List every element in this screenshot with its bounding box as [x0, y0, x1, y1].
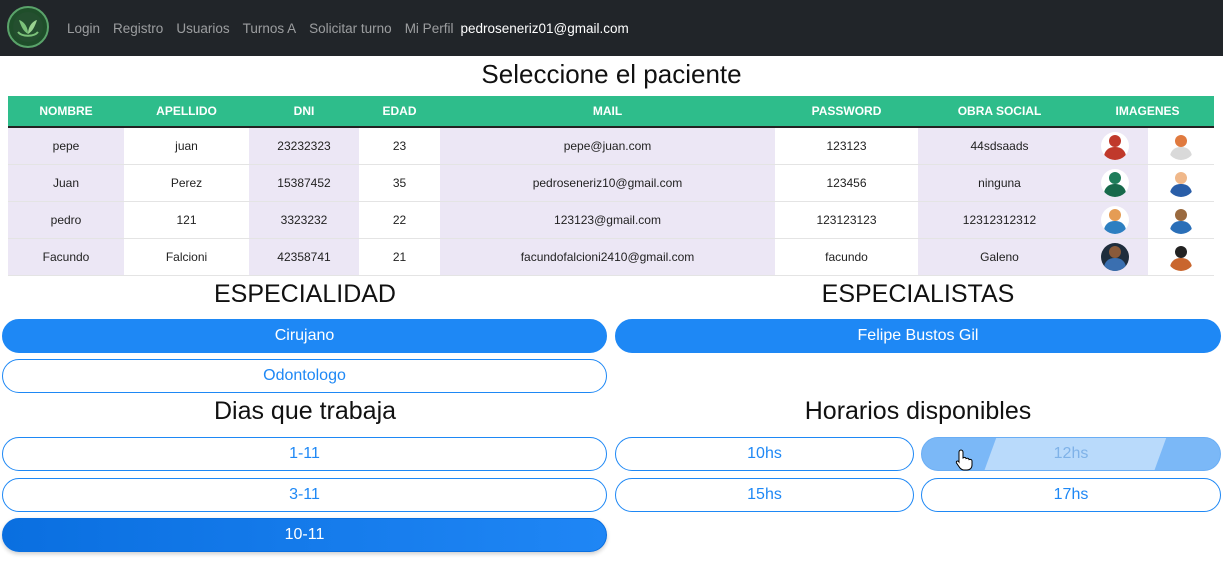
column-header-edad: EDAD: [359, 96, 440, 128]
cell-image-1: [1081, 201, 1148, 239]
cell-dni: 15387452: [249, 164, 359, 202]
column-header-obra-social: OBRA SOCIAL: [918, 96, 1081, 128]
nav-link-mi-perfil[interactable]: Mi Perfil: [405, 21, 454, 36]
cell-edad: 35: [359, 164, 440, 202]
cell-dni: 3323232: [249, 201, 359, 239]
especialidad-title: ESPECIALIDAD: [213, 280, 396, 308]
cell-image-2: [1148, 238, 1214, 276]
column-header-password: PASSWORD: [775, 96, 918, 128]
cell-apellido: Falcioni: [124, 238, 249, 276]
nurse-avatar-icon: [1167, 131, 1195, 160]
hand-cursor-icon: [955, 449, 973, 471]
cell-nombre: Facundo: [8, 238, 124, 276]
businessman-avatar-icon: [1167, 168, 1195, 197]
cell-password: 123123: [775, 127, 918, 165]
nav-link-registro[interactable]: Registro: [113, 21, 163, 36]
patients-table: NOMBRE APELLIDO DNI EDAD MAIL PASSWORD O…: [8, 96, 1214, 276]
dia-button-10-11[interactable]: 10-11: [2, 518, 607, 552]
table-row[interactable]: Facundo Falcioni 42358741 21 facundofalc…: [8, 238, 1214, 276]
cell-image-2: [1148, 201, 1214, 239]
nav-link-usuarios[interactable]: Usuarios: [176, 21, 229, 36]
cell-obra-social: Galeno: [918, 238, 1081, 276]
nav-link-solicitar-turno[interactable]: Solicitar turno: [309, 21, 392, 36]
column-header-nombre: NOMBRE: [8, 96, 124, 128]
cell-edad: 21: [359, 238, 440, 276]
dias-title: Dias que trabaja: [213, 397, 397, 425]
ninja-avatar-icon: [1100, 168, 1129, 197]
cell-apellido: juan: [124, 127, 249, 165]
nav-links: Login Registro Usuarios Turnos A Solicit…: [67, 0, 629, 56]
table-header-row: NOMBRE APELLIDO DNI EDAD MAIL PASSWORD O…: [8, 96, 1214, 128]
dark-avatar-icon: [1100, 242, 1129, 271]
cell-nombre: Juan: [8, 164, 124, 202]
cell-nombre: pedro: [8, 201, 124, 239]
cell-image-1: [1081, 164, 1148, 202]
cell-mail: pepe@juan.com: [440, 127, 775, 165]
column-header-imagenes: IMAGENES: [1081, 96, 1214, 128]
dia-button-1-11[interactable]: 1-11: [2, 437, 607, 471]
column-header-mail: MAIL: [440, 96, 775, 128]
cell-image-2: [1148, 164, 1214, 202]
cell-image-2: [1148, 127, 1214, 165]
column-header-dni: DNI: [249, 96, 359, 128]
helmet-avatar-icon: [1167, 242, 1195, 271]
cell-obra-social: 12312312312: [918, 201, 1081, 239]
table-row[interactable]: pepe juan 23232323 23 pepe@juan.com 1231…: [8, 127, 1214, 165]
cell-mail: pedroseneriz10@gmail.com: [440, 164, 775, 202]
especialistas-title: ESPECIALISTAS: [821, 280, 1015, 308]
cell-edad: 22: [359, 201, 440, 239]
cell-dni: 42358741: [249, 238, 359, 276]
cell-image-1: [1081, 238, 1148, 276]
especialista-button-felipe[interactable]: Felipe Bustos Gil: [615, 319, 1221, 353]
horario-label-12hs: 12hs: [1053, 445, 1089, 462]
cell-obra-social: ninguna: [918, 164, 1081, 202]
patients-title: Seleccione el paciente: [481, 59, 742, 89]
cell-password: facundo: [775, 238, 918, 276]
worker-avatar-icon: [1100, 205, 1129, 234]
cell-dni: 23232323: [249, 127, 359, 165]
cell-password: 123456: [775, 164, 918, 202]
horario-button-15hs[interactable]: 15hs: [615, 478, 914, 512]
cell-mail: 123123@gmail.com: [440, 201, 775, 239]
user-email: pedroseneriz01@gmail.com: [460, 20, 629, 36]
cell-password: 123123123: [775, 201, 918, 239]
nav-link-turnos[interactable]: Turnos A: [243, 21, 297, 36]
cell-nombre: pepe: [8, 127, 124, 165]
horario-button-10hs[interactable]: 10hs: [615, 437, 914, 471]
horario-button-17hs[interactable]: 17hs: [921, 478, 1221, 512]
table-row[interactable]: Juan Perez 15387452 35 pedroseneriz10@gm…: [8, 164, 1214, 202]
leaf-hands-logo-icon[interactable]: [7, 6, 49, 48]
especialidad-button-odontologo[interactable]: Odontologo: [2, 359, 607, 393]
cell-apellido: Perez: [124, 164, 249, 202]
column-header-apellido: APELLIDO: [124, 96, 249, 128]
cell-edad: 23: [359, 127, 440, 165]
especialidad-button-cirujano[interactable]: Cirujano: [2, 319, 607, 353]
police-avatar-icon: [1167, 205, 1195, 234]
cell-obra-social: 44sdsaads: [918, 127, 1081, 165]
cell-image-1: [1081, 127, 1148, 165]
nav-link-login[interactable]: Login: [67, 21, 100, 36]
table-row[interactable]: pedro 121 3323232 22 123123@gmail.com 12…: [8, 201, 1214, 239]
cell-apellido: 121: [124, 201, 249, 239]
horarios-title: Horarios disponibles: [804, 397, 1032, 425]
superhero-avatar-icon: [1100, 131, 1129, 160]
navbar: Login Registro Usuarios Turnos A Solicit…: [0, 0, 1223, 56]
dia-button-3-11[interactable]: 3-11: [2, 478, 607, 512]
cell-mail: facundofalcioni2410@gmail.com: [440, 238, 775, 276]
